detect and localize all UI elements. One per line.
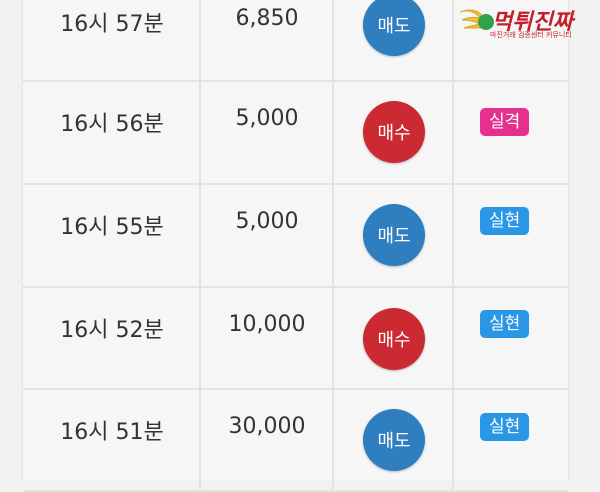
result-badge-ok: 실현 — [480, 310, 530, 338]
trade-quantity: 6,850 — [235, 6, 299, 31]
trade-quantity: 30,000 — [228, 414, 306, 439]
result-badge-ok: 실현 — [480, 413, 530, 441]
result-badge-fail: 실격 — [480, 108, 530, 136]
trade-history-card: 16시 57분 6,850 매도 16시 56분 5,000 매수 실격 16시… — [22, 0, 569, 492]
trade-quantity: 10,000 — [228, 312, 306, 337]
column-divider — [452, 0, 454, 80]
watermark-subtitle: 마진거래 검증센터 커뮤니티 — [490, 31, 572, 39]
column-divider — [332, 185, 334, 286]
trade-quantity: 5,000 — [235, 106, 299, 131]
column-divider — [332, 82, 334, 183]
column-divider — [332, 288, 334, 388]
sell-button[interactable]: 매도 — [363, 409, 425, 471]
column-divider — [452, 288, 454, 388]
column-divider — [452, 185, 454, 286]
table-row: 16시 52분 10,000 매수 실현 — [23, 288, 568, 390]
result-badge-ok: 실현 — [480, 207, 530, 235]
sell-button[interactable]: 매도 — [363, 204, 425, 266]
buy-button[interactable]: 매수 — [363, 308, 425, 370]
trade-time: 16시 57분 — [60, 12, 164, 37]
column-divider — [452, 390, 454, 490]
trade-time: 16시 55분 — [60, 215, 164, 240]
trade-time: 16시 52분 — [60, 318, 164, 343]
table-row: 16시 56분 5,000 매수 실격 — [23, 82, 568, 185]
trade-time: 16시 51분 — [60, 420, 164, 445]
watermark-logo: 먹튀진짜 마진거래 검증센터 커뮤니티 — [458, 4, 598, 39]
table-row: 16시 55분 5,000 매도 실현 — [23, 185, 568, 288]
table-row: 16시 51분 30,000 매도 실현 — [23, 390, 568, 492]
column-divider — [332, 390, 334, 490]
trade-time: 16시 56분 — [60, 112, 164, 137]
column-divider — [452, 82, 454, 183]
buy-button[interactable]: 매수 — [363, 101, 425, 163]
trade-quantity: 5,000 — [235, 209, 299, 234]
sell-button[interactable]: 매도 — [363, 0, 425, 56]
